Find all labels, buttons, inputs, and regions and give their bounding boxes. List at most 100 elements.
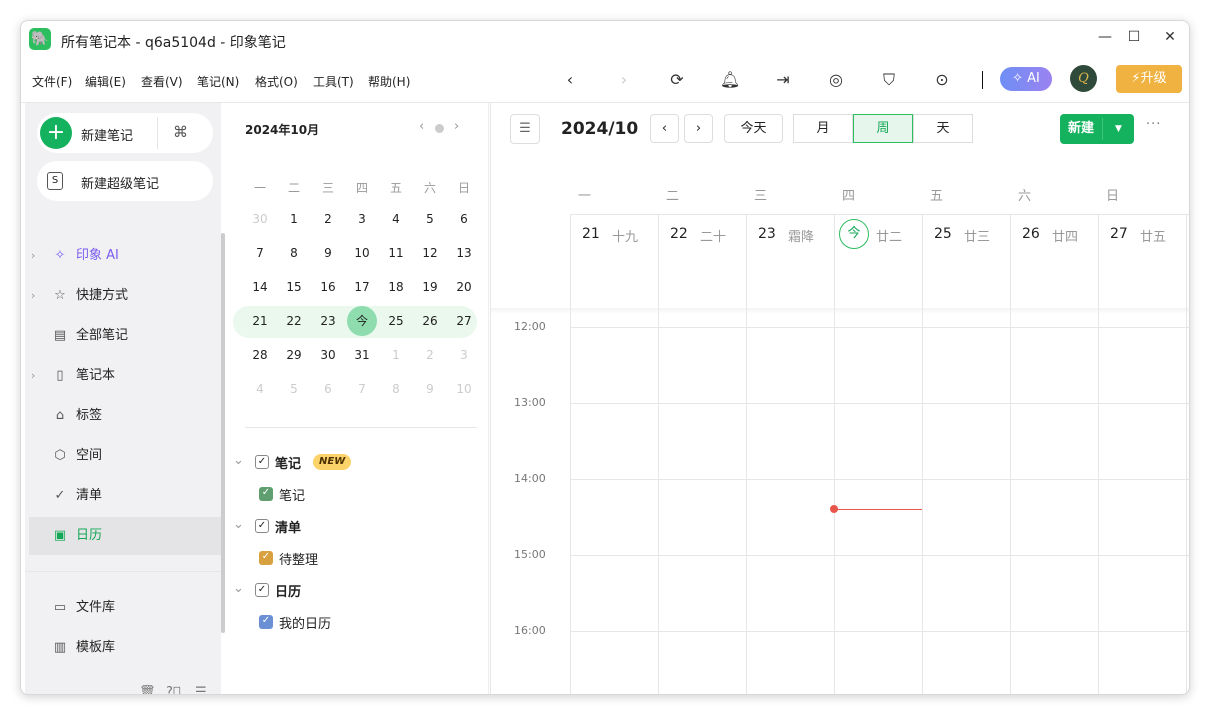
menu-2[interactable]: 查看(V) (141, 73, 183, 90)
mini-day[interactable]: 28 (243, 340, 277, 370)
group-checkbox[interactable]: ✓ (255, 583, 269, 597)
mini-day[interactable]: 10 (345, 238, 379, 268)
sidebar-item-6[interactable]: ✓ 清单 (29, 477, 221, 515)
menu-6[interactable]: 帮助(H) (368, 73, 410, 90)
new-note-button[interactable]: 新建笔记 (81, 125, 133, 144)
day-number[interactable]: 22 (670, 226, 688, 242)
sidebar-bottom-item-1[interactable]: ▥ 模板库 (29, 629, 221, 667)
mini-day[interactable]: 26 (413, 306, 447, 336)
day-number[interactable]: 23 (758, 226, 776, 242)
mini-day[interactable]: 4 (243, 374, 277, 404)
day-number[interactable]: 27 (1110, 226, 1128, 242)
back-icon[interactable]: ‹ (559, 69, 581, 91)
mini-day[interactable]: 5 (413, 204, 447, 234)
target-icon[interactable]: ◎ (825, 69, 847, 91)
mini-day[interactable]: 30 (243, 204, 277, 234)
mini-day[interactable]: 23 (311, 306, 345, 336)
ai-button[interactable]: ✧ AI (1000, 67, 1052, 91)
sidebar-item-4[interactable]: ⌂ 标签 (29, 397, 221, 435)
mini-day[interactable]: 17 (345, 272, 379, 302)
mini-day[interactable]: 10 (447, 374, 481, 404)
item-checkbox[interactable]: ✓ (259, 487, 273, 501)
next-week-button[interactable]: › (684, 114, 713, 143)
chevron-down-icon[interactable]: ⌄ (233, 517, 244, 532)
mini-day[interactable]: 19 (413, 272, 447, 302)
mini-day[interactable]: 29 (277, 340, 311, 370)
mini-day[interactable]: 9 (311, 238, 345, 268)
sidebar-item-1[interactable]: › ☆ 快捷方式 (29, 277, 221, 315)
mini-day[interactable]: 5 (277, 374, 311, 404)
view-2[interactable]: 天 (913, 114, 973, 143)
mini-day[interactable]: 18 (379, 272, 413, 302)
mini-day[interactable]: 6 (447, 204, 481, 234)
shield-icon[interactable]: ⛉ (878, 69, 900, 91)
mini-day[interactable]: 1 (277, 204, 311, 234)
forward-icon[interactable]: › (613, 69, 635, 91)
day-number[interactable]: 21 (582, 226, 600, 242)
help-icon[interactable]: ?⃝ (166, 685, 181, 694)
mini-day[interactable]: 15 (277, 272, 311, 302)
mini-day[interactable]: 20 (447, 272, 481, 302)
group-checkbox[interactable]: ✓ (255, 455, 269, 469)
mini-day[interactable]: 25 (379, 306, 413, 336)
chevron-down-icon[interactable]: ⌄ (233, 453, 244, 468)
toggle-sidebar-icon[interactable]: ☰ (510, 114, 540, 144)
mini-day[interactable]: 8 (277, 238, 311, 268)
more-icon[interactable]: ··· (1146, 117, 1161, 132)
mini-day[interactable]: 27 (447, 306, 481, 336)
sidebar-item-3[interactable]: › ▯ 笔记本 (29, 357, 221, 395)
sidebar-item-7[interactable]: ▣ 日历 (29, 517, 221, 555)
sidebar-bottom-item-0[interactable]: ▭ 文件库 (29, 589, 221, 627)
mini-day[interactable]: 12 (413, 238, 447, 268)
minimize-button[interactable]: — (1095, 29, 1115, 45)
view-0[interactable]: 月 (793, 114, 853, 143)
mini-day[interactable]: 3 (447, 340, 481, 370)
item-checkbox[interactable]: ✓ (259, 551, 273, 565)
current-month-dot[interactable] (435, 124, 444, 133)
share-icon[interactable]: ⇥ (772, 69, 794, 91)
dropdown-caret-icon[interactable]: ▼ (1103, 114, 1134, 144)
grid-icon[interactable]: ⌘ (173, 123, 188, 141)
sidebar-item-5[interactable]: ⬡ 空间 (29, 437, 221, 475)
day-number[interactable]: 26 (1022, 226, 1040, 242)
mini-day[interactable]: 16 (311, 272, 345, 302)
item-checkbox[interactable]: ✓ (259, 615, 273, 629)
list-settings-icon[interactable]: ☰ (195, 685, 207, 694)
sync-icon[interactable]: ⟳ (666, 69, 688, 91)
avatar[interactable]: Q (1070, 65, 1097, 92)
mini-day[interactable]: 13 (447, 238, 481, 268)
close-button[interactable]: ✕ (1160, 29, 1180, 45)
upgrade-button[interactable]: ⚡升级 (1116, 65, 1182, 93)
menu-4[interactable]: 格式(O) (255, 73, 298, 90)
mini-day[interactable]: 7 (243, 238, 277, 268)
mini-day[interactable]: 14 (243, 272, 277, 302)
prev-month-icon[interactable]: ‹ (419, 119, 424, 134)
mini-day[interactable]: 4 (379, 204, 413, 234)
menu-0[interactable]: 文件(F) (32, 73, 72, 90)
sidebar-item-0[interactable]: › ✧ 印象 AI (29, 237, 221, 275)
mini-day[interactable]: 31 (345, 340, 379, 370)
chevron-down-icon[interactable]: ⌄ (233, 581, 244, 596)
mini-day[interactable]: 8 (379, 374, 413, 404)
mini-day-today[interactable]: 今 (347, 306, 377, 336)
new-super-note-button[interactable]: S 新建超级笔记 (37, 161, 213, 201)
mini-day[interactable]: 22 (277, 306, 311, 336)
day-number[interactable]: 今 (839, 219, 869, 249)
day-number[interactable]: 25 (934, 226, 952, 242)
maximize-button[interactable]: ☐ (1124, 29, 1144, 45)
view-1[interactable]: 周 (853, 114, 913, 143)
mini-day[interactable]: 3 (345, 204, 379, 234)
mini-day[interactable]: 7 (345, 374, 379, 404)
menu-5[interactable]: 工具(T) (313, 73, 354, 90)
menu-3[interactable]: 笔记(N) (197, 73, 239, 90)
mini-day[interactable]: 9 (413, 374, 447, 404)
mini-day[interactable]: 1 (379, 340, 413, 370)
mini-day[interactable]: 2 (413, 340, 447, 370)
mini-day[interactable]: 30 (311, 340, 345, 370)
sidebar-item-2[interactable]: ▤ 全部笔记 (29, 317, 221, 355)
mini-day[interactable]: 2 (311, 204, 345, 234)
mini-day[interactable]: 11 (379, 238, 413, 268)
today-button[interactable]: 今天 (724, 114, 783, 143)
trash-icon[interactable]: 🗑︎ (139, 685, 156, 694)
menu-1[interactable]: 编辑(E) (85, 73, 126, 90)
